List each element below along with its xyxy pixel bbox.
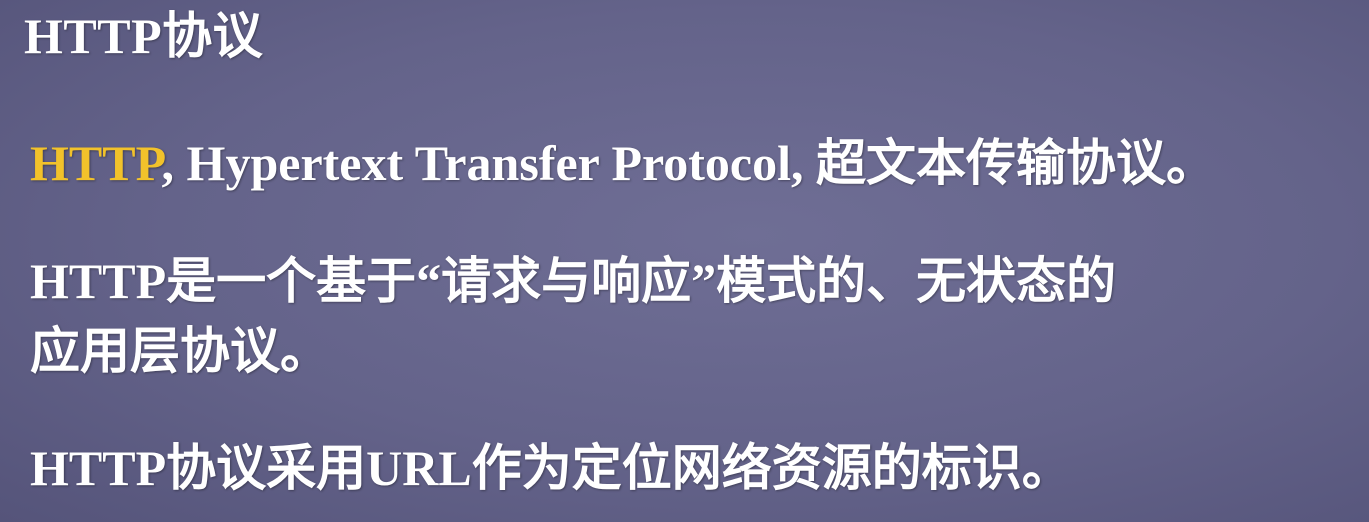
slide-title: HTTP协议 <box>24 8 264 64</box>
bullet-http-url: HTTP协议采用URL作为定位网络资源的标识。 <box>30 440 1072 496</box>
highlight-keyword: HTTP <box>30 135 162 191</box>
bullet-http-model-line-2: 应用层协议。 <box>30 323 330 379</box>
bullet-http-model-line-1: HTTP是一个基于“请求与响应”模式的、无状态的 <box>30 253 1117 309</box>
definition-text: , Hypertext Transfer Protocol, 超文本传输协议。 <box>161 135 1217 191</box>
bullet-http-definition: HTTP, Hypertext Transfer Protocol, 超文本传输… <box>30 132 1216 194</box>
